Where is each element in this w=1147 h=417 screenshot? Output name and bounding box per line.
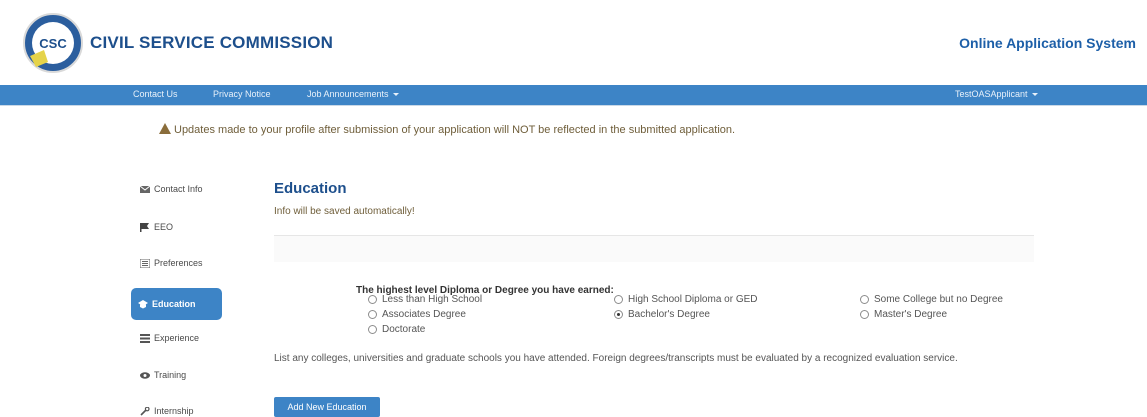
list-icon bbox=[140, 258, 150, 268]
radio-circle[interactable] bbox=[860, 310, 869, 319]
svg-text:CSC: CSC bbox=[39, 36, 67, 51]
radio-label: Master's Degree bbox=[874, 309, 948, 320]
system-title: Online Application System bbox=[959, 35, 1136, 51]
autosave-note: Info will be saved automatically! bbox=[274, 206, 415, 217]
education-instructions: List any colleges, universities and grad… bbox=[274, 353, 958, 364]
nav-privacy-notice[interactable]: Privacy Notice bbox=[213, 89, 271, 99]
radio-label: High School Diploma or GED bbox=[628, 294, 758, 305]
sidebar-item-label: EEO bbox=[154, 222, 174, 232]
radio-circle[interactable] bbox=[614, 295, 623, 304]
radio-circle-selected[interactable] bbox=[614, 310, 623, 319]
warning-text: Updates made to your profile after submi… bbox=[174, 124, 736, 136]
sidebar-item-internship[interactable]: Internship bbox=[133, 400, 223, 417]
sidebar-item-label: Internship bbox=[154, 406, 194, 416]
radio-associates-degree[interactable]: Associates Degree bbox=[368, 309, 466, 320]
sidebar-item-preferences[interactable]: Preferences bbox=[133, 252, 223, 274]
sidebar-item-training[interactable]: Training bbox=[133, 364, 223, 386]
radio-circle[interactable] bbox=[860, 295, 869, 304]
warning-icon bbox=[159, 123, 171, 134]
radio-masters-degree[interactable]: Master's Degree bbox=[860, 309, 947, 320]
nav-job-announcements[interactable]: Job Announcements bbox=[307, 89, 399, 99]
radio-circle[interactable] bbox=[368, 310, 377, 319]
envelope-icon bbox=[140, 185, 150, 193]
radio-label: Bachelor's Degree bbox=[628, 309, 710, 320]
sidebar-item-label: Experience bbox=[154, 333, 200, 343]
csc-logo: CSC bbox=[22, 12, 84, 74]
list-icon bbox=[140, 333, 150, 343]
profile-warning: Updates made to your profile after submi… bbox=[159, 123, 735, 136]
navbar-divider bbox=[0, 105, 1147, 106]
sidebar-item-eeo[interactable]: EEO bbox=[133, 216, 223, 238]
radio-circle[interactable] bbox=[368, 295, 377, 304]
caret-down-icon bbox=[392, 93, 399, 97]
page-title: Education bbox=[274, 180, 347, 197]
sidebar-item-label: Contact Info bbox=[154, 184, 203, 194]
sidebar-item-experience[interactable]: Experience bbox=[133, 327, 223, 349]
graduation-cap-icon bbox=[138, 299, 148, 308]
radio-some-college[interactable]: Some College but no Degree bbox=[860, 294, 1003, 305]
radio-label: Some College but no Degree bbox=[874, 294, 1003, 305]
radio-high-school-diploma[interactable]: High School Diploma or GED bbox=[614, 294, 758, 305]
nav-contact-us[interactable]: Contact Us bbox=[133, 89, 178, 99]
flag-icon bbox=[140, 222, 149, 232]
caret-down-icon bbox=[1031, 93, 1038, 97]
radio-label: Associates Degree bbox=[382, 309, 466, 320]
section-divider bbox=[274, 235, 1034, 236]
sidebar-item-label: Education bbox=[152, 299, 196, 309]
radio-less-than-high-school[interactable]: Less than High School bbox=[368, 294, 482, 305]
radio-label: Less than High School bbox=[382, 294, 483, 305]
sidebar-item-label: Training bbox=[154, 370, 187, 380]
radio-bachelors-degree[interactable]: Bachelor's Degree bbox=[614, 309, 710, 320]
sidebar-item-label: Preferences bbox=[154, 258, 203, 268]
eye-icon bbox=[140, 371, 150, 379]
navbar: Contact Us Privacy Notice Job Announceme… bbox=[0, 85, 1147, 105]
sidebar-item-contact-info[interactable]: Contact Info bbox=[133, 178, 223, 200]
wrench-icon bbox=[140, 406, 150, 416]
radio-doctorate[interactable]: Doctorate bbox=[368, 324, 425, 335]
nav-job-announcements-label: Job Announcements bbox=[307, 89, 389, 99]
sidebar-item-education[interactable]: Education bbox=[131, 288, 222, 320]
user-menu[interactable]: TestOASApplicant bbox=[955, 89, 1038, 99]
form-panel bbox=[274, 236, 1034, 262]
radio-label: Doctorate bbox=[382, 324, 426, 335]
add-new-education-button[interactable]: Add New Education bbox=[274, 397, 380, 417]
site-title: CIVIL SERVICE COMMISSION bbox=[90, 33, 334, 52]
header: CSC CIVIL SERVICE COMMISSION Online Appl… bbox=[0, 0, 1147, 85]
radio-circle[interactable] bbox=[368, 325, 377, 334]
user-name: TestOASApplicant bbox=[955, 89, 1028, 99]
